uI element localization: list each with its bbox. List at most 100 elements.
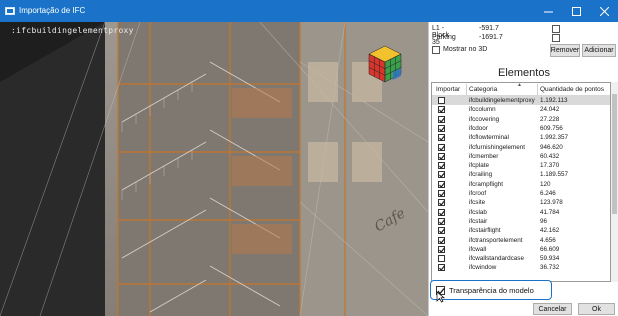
- close-icon: [599, 6, 609, 16]
- minimize-button[interactable]: [534, 0, 562, 22]
- category-cell: ifctransportelement: [469, 236, 523, 244]
- table-row[interactable]: ifcslab 41.784: [432, 208, 610, 217]
- category-cell: ifcstair: [469, 217, 488, 225]
- selected-category-label: :ifcbuildingelementproxy: [11, 26, 134, 35]
- category-cell: ifcrampflight: [469, 180, 503, 188]
- table-row[interactable]: ifccovering 27.228: [432, 115, 610, 124]
- import-checkbox[interactable]: [438, 264, 445, 272]
- category-cell: ifcwallstandardcase: [469, 255, 524, 263]
- table-row[interactable]: ifcroof 6.246: [432, 189, 610, 198]
- checkmark-icon: [439, 144, 445, 151]
- checkmark-icon: [439, 237, 445, 244]
- checkmark-icon: [439, 117, 445, 123]
- import-checkbox[interactable]: [438, 106, 445, 114]
- table-row[interactable]: ifccolumn 24.042: [432, 105, 610, 114]
- category-cell: ifcroof: [469, 190, 487, 197]
- add-button[interactable]: Adicionar: [582, 44, 616, 57]
- level-value: -591.7: [479, 25, 499, 32]
- table-row[interactable]: ifcrailing 1.189.557: [432, 170, 610, 179]
- point-count-cell: 59.934: [540, 255, 560, 263]
- column-header-category[interactable]: Categoria: [469, 86, 497, 93]
- level-checkbox[interactable]: [552, 34, 560, 42]
- import-checkbox[interactable]: [438, 97, 445, 104]
- table-row[interactable]: ifcmember 60.432: [432, 152, 610, 161]
- model-transparency-label: Transparência do modelo: [449, 286, 534, 295]
- cancel-button[interactable]: Cancelar: [533, 303, 572, 315]
- import-checkbox[interactable]: [438, 245, 445, 253]
- category-cell: ifcflowterminal: [469, 134, 509, 142]
- window-title: Importação de IFC: [19, 6, 86, 15]
- view-cube-icon[interactable]: [365, 44, 405, 84]
- close-button[interactable]: [590, 0, 618, 22]
- maximize-button[interactable]: [562, 0, 590, 22]
- import-checkbox[interactable]: [438, 190, 445, 197]
- model-transparency-option[interactable]: Transparência do modelo: [430, 280, 552, 303]
- import-checkbox[interactable]: [438, 171, 445, 179]
- import-checkbox[interactable]: [438, 162, 445, 170]
- point-count-cell: 36.732: [540, 264, 560, 272]
- checkmark-icon: [439, 219, 445, 225]
- point-count-cell: 41.784: [540, 208, 560, 216]
- category-cell: ifcstairflight: [469, 227, 501, 235]
- table-row[interactable]: ifcwallstandardcase 59.934: [432, 254, 610, 263]
- app-icon: [5, 7, 15, 15]
- table-row[interactable]: ifcsite 123.978: [432, 198, 610, 207]
- import-checkbox[interactable]: [438, 115, 445, 123]
- show-in-3d-checkbox[interactable]: [432, 46, 440, 54]
- 3d-viewport[interactable]: Cafe :ifcbuildingelementproxy: [0, 22, 428, 316]
- point-count-cell: 60.432: [540, 152, 560, 160]
- checkmark-icon: [439, 191, 445, 197]
- table-row[interactable]: ifcrampflight 120: [432, 180, 610, 189]
- point-count-cell: 6.246: [540, 190, 556, 197]
- import-checkbox[interactable]: [438, 124, 445, 132]
- category-cell: ifcwindow: [469, 264, 497, 272]
- ok-button[interactable]: Ok: [578, 303, 615, 315]
- table-row[interactable]: ifcbuildingelementproxy 1.192.113: [432, 96, 610, 106]
- import-checkbox[interactable]: [438, 180, 445, 188]
- table-row[interactable]: ifcstairflight 42.162: [432, 226, 610, 235]
- point-count-cell: 96: [540, 217, 548, 225]
- level-checkbox[interactable]: [552, 25, 560, 33]
- point-count-cell: 1.992.357: [540, 134, 569, 142]
- checkmark-icon: [439, 228, 445, 235]
- ifc-import-panel: L1 - Block 35 -591.7 Parking -1691.7 Mos…: [428, 22, 618, 316]
- point-count-cell: 120: [540, 180, 551, 188]
- table-header: Importar Categoria ▲ Quantidade de ponto…: [432, 82, 610, 96]
- import-checkbox[interactable]: [438, 199, 445, 207]
- import-checkbox[interactable]: [438, 143, 445, 151]
- category-cell: ifcbuildingelementproxy: [469, 97, 535, 104]
- import-checkbox[interactable]: [438, 236, 445, 244]
- table-row[interactable]: ifcplate 17.370: [432, 161, 610, 170]
- scrollbar-thumb[interactable]: [612, 94, 617, 214]
- import-checkbox[interactable]: [438, 208, 445, 216]
- table-row[interactable]: ifcwindow 36.732: [432, 263, 610, 272]
- column-header-import[interactable]: Importar: [436, 86, 460, 93]
- checkmark-icon: [439, 172, 445, 179]
- table-scrollbar[interactable]: [611, 82, 618, 282]
- point-count-cell: 946.620: [540, 143, 563, 151]
- import-checkbox[interactable]: [438, 217, 445, 225]
- remove-button[interactable]: Remover: [550, 44, 580, 57]
- category-cell: ifcsite: [469, 199, 486, 207]
- level-name: Parking: [432, 34, 456, 41]
- checkmark-icon: [439, 126, 445, 132]
- table-row[interactable]: ifcdoor 609.756: [432, 124, 610, 133]
- mouse-cursor-icon: [436, 291, 445, 303]
- import-checkbox[interactable]: [438, 152, 445, 160]
- table-row[interactable]: ifctransportelement 4.656: [432, 236, 610, 245]
- category-cell: ifcdoor: [469, 124, 488, 132]
- table-row[interactable]: ifcstair 96: [432, 217, 610, 226]
- sort-up-icon: ▲: [517, 82, 522, 88]
- title-bar: Importação de IFC: [0, 0, 618, 22]
- table-row[interactable]: ifcflowterminal 1.992.357: [432, 133, 610, 142]
- import-checkbox[interactable]: [438, 255, 445, 263]
- import-checkbox[interactable]: [438, 227, 445, 235]
- point-count-cell: 66.609: [540, 245, 560, 253]
- point-count-cell: 609.756: [540, 124, 563, 132]
- column-header-point-count[interactable]: Quantidade de pontos: [540, 86, 604, 93]
- checkmark-icon: [439, 265, 445, 272]
- table-row[interactable]: ifcwall 66.609: [432, 245, 610, 254]
- category-cell: ifcslab: [469, 208, 487, 216]
- table-row[interactable]: ifcfurnishingelement 946.620: [432, 143, 610, 152]
- import-checkbox[interactable]: [438, 134, 445, 142]
